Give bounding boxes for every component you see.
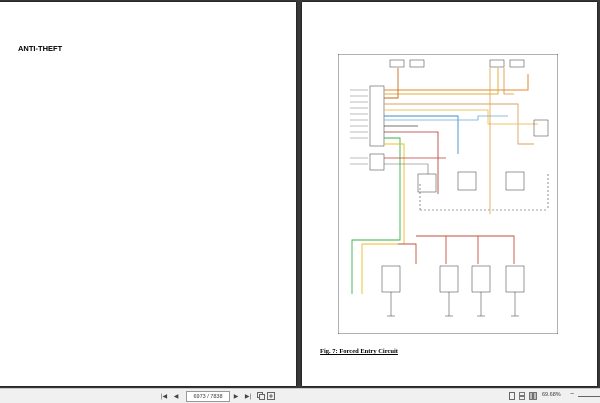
page-title: ANTI-THEFT	[18, 44, 63, 53]
wiring-diagram	[338, 54, 558, 334]
fit-page-icon[interactable]	[267, 392, 275, 400]
skip-to-start-icon[interactable]: |◀	[160, 391, 168, 401]
prev-page-icon[interactable]: ◀	[172, 391, 180, 401]
skip-to-end-icon[interactable]: ▶|	[244, 391, 252, 401]
zoom-slider[interactable]	[578, 396, 600, 397]
copy-icon[interactable]	[257, 392, 265, 400]
status-bar: |◀ ◀ 6973 / 7838 ▶ ▶| 69.68% −	[0, 388, 600, 403]
next-page-icon[interactable]: ▶	[232, 391, 240, 401]
zoom-level[interactable]: 69.68%	[542, 392, 561, 398]
two-page-view-icon[interactable]	[529, 392, 537, 400]
single-page-view-icon[interactable]	[508, 392, 516, 400]
right-page: Fig. 7: Forced Entry Circuit	[302, 2, 597, 386]
left-page: ANTI-THEFT	[0, 2, 296, 386]
figure-caption: Fig. 7: Forced Entry Circuit	[320, 348, 398, 355]
page-number-input[interactable]: 6973 / 7838	[186, 391, 230, 402]
continuous-view-icon[interactable]	[518, 392, 526, 400]
document-viewport[interactable]: ANTI-THEFT Fig. 7: Forced Entry Circuit	[0, 0, 600, 388]
zoom-out-button[interactable]: −	[570, 391, 574, 399]
